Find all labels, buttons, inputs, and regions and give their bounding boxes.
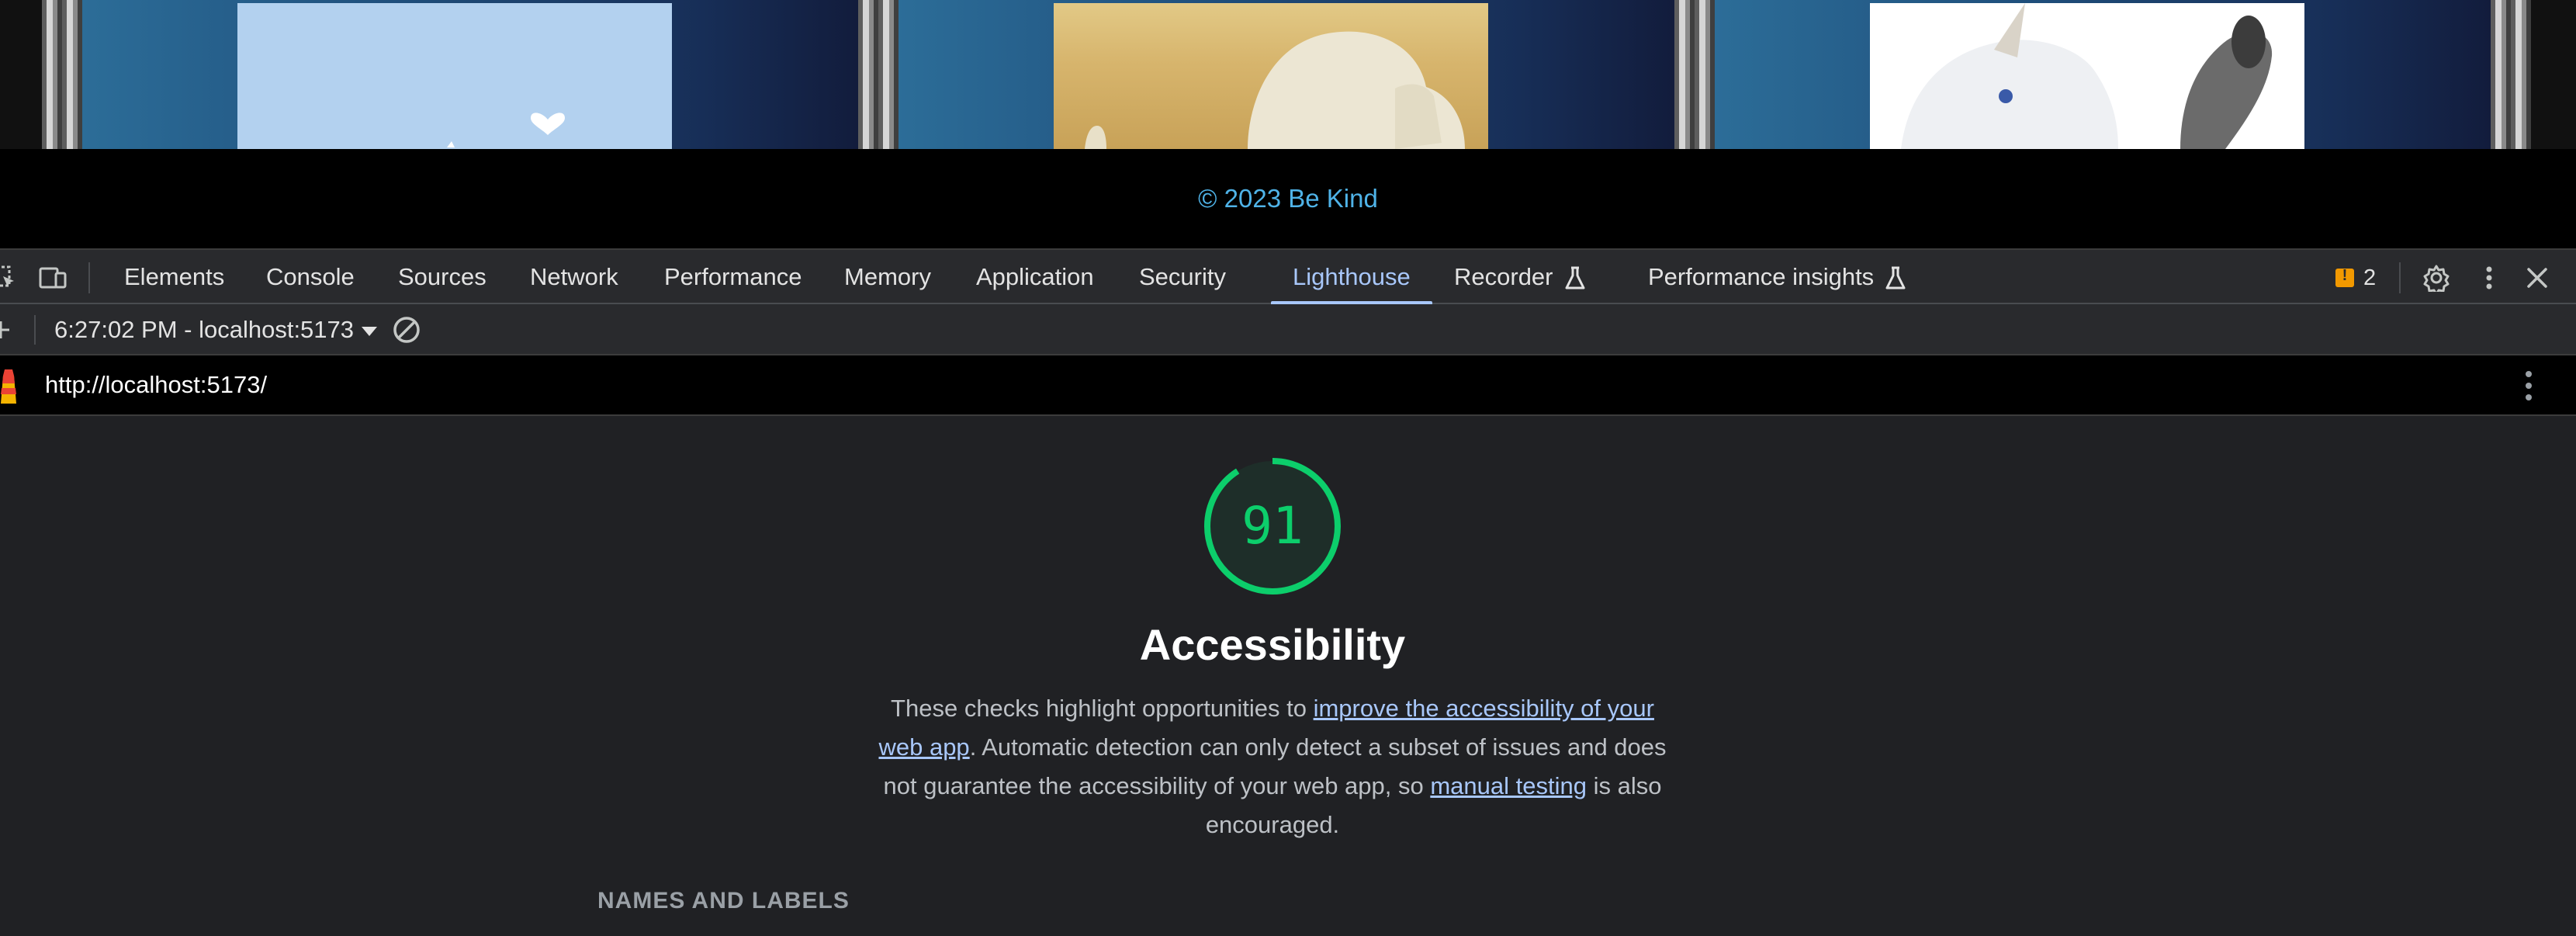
- more-options-icon[interactable]: [2475, 264, 2503, 292]
- category-title: Accessibility: [1139, 620, 1406, 669]
- report-url-bar: http://localhost:5173/: [0, 355, 2576, 416]
- tab-console[interactable]: Console: [266, 250, 355, 304]
- issues-counter[interactable]: 2: [2335, 264, 2376, 292]
- gallery-panel: [42, 0, 898, 149]
- flask-icon: [1565, 266, 1584, 289]
- new-report-icon[interactable]: [0, 320, 12, 340]
- close-icon[interactable]: [2523, 264, 2551, 292]
- tab-sources[interactable]: Sources: [398, 250, 486, 304]
- image-gallery: [0, 0, 2576, 149]
- lighthouse-logo-icon: [1, 369, 16, 404]
- tab-label: Performance insights: [1648, 263, 1875, 290]
- report-selector[interactable]: 6:27:02 PM - localhost:5173: [54, 304, 378, 355]
- tab-application[interactable]: Application: [976, 250, 1094, 304]
- settings-gear-icon[interactable]: [2422, 264, 2450, 292]
- sky-image[interactable]: [237, 3, 672, 149]
- tab-memory[interactable]: Memory: [844, 250, 931, 304]
- issues-count: 2: [2363, 265, 2377, 290]
- tab-elements[interactable]: Elements: [124, 250, 224, 304]
- lighthouse-toolbar: 6:27:02 PM - localhost:5173: [0, 304, 2576, 355]
- footer-copyright: © 2023 Be Kind: [1198, 184, 1378, 213]
- report-selector-label: 6:27:02 PM - localhost:5173: [54, 316, 355, 343]
- page-viewport: © 2023 Be Kind: [0, 0, 2576, 248]
- tab-network[interactable]: Network: [530, 250, 618, 304]
- audit-group-heading: NAMES AND LABELS: [597, 888, 850, 913]
- score-value: 91: [1241, 496, 1304, 556]
- clear-icon[interactable]: [392, 315, 421, 345]
- manual-testing-link[interactable]: manual testing: [1430, 772, 1587, 799]
- devtools-tabbar: Elements Console Sources Network Perform…: [0, 248, 2576, 304]
- tab-performance-insights[interactable]: Performance insights: [1648, 250, 1906, 304]
- flask-icon: [1885, 266, 1906, 289]
- device-toolbar-icon[interactable]: [39, 264, 67, 292]
- category-description: These checks highlight opportunities to …: [878, 695, 1667, 838]
- site-footer: © 2023 Be Kind: [0, 149, 2576, 248]
- report-menu-icon[interactable]: [2517, 369, 2540, 402]
- unicorn-image[interactable]: [1870, 3, 2304, 149]
- chevron-down-icon: [362, 326, 378, 336]
- inspect-element-icon[interactable]: [0, 264, 17, 292]
- tab-security[interactable]: Security: [1139, 250, 1226, 304]
- lighthouse-report: 91 Accessibility These checks highlight …: [0, 416, 2576, 936]
- rhino-image[interactable]: [1054, 3, 1488, 149]
- gallery-panel: [1674, 0, 2531, 149]
- tab-lighthouse[interactable]: Lighthouse: [1293, 250, 1411, 304]
- tab-performance[interactable]: Performance: [664, 250, 802, 304]
- gallery-panel: [858, 0, 1715, 149]
- tab-recorder[interactable]: Recorder: [1454, 250, 1586, 304]
- report-url: http://localhost:5173/: [45, 371, 268, 398]
- issues-flag-icon: [2335, 267, 2354, 287]
- tab-label: Recorder: [1454, 263, 1553, 290]
